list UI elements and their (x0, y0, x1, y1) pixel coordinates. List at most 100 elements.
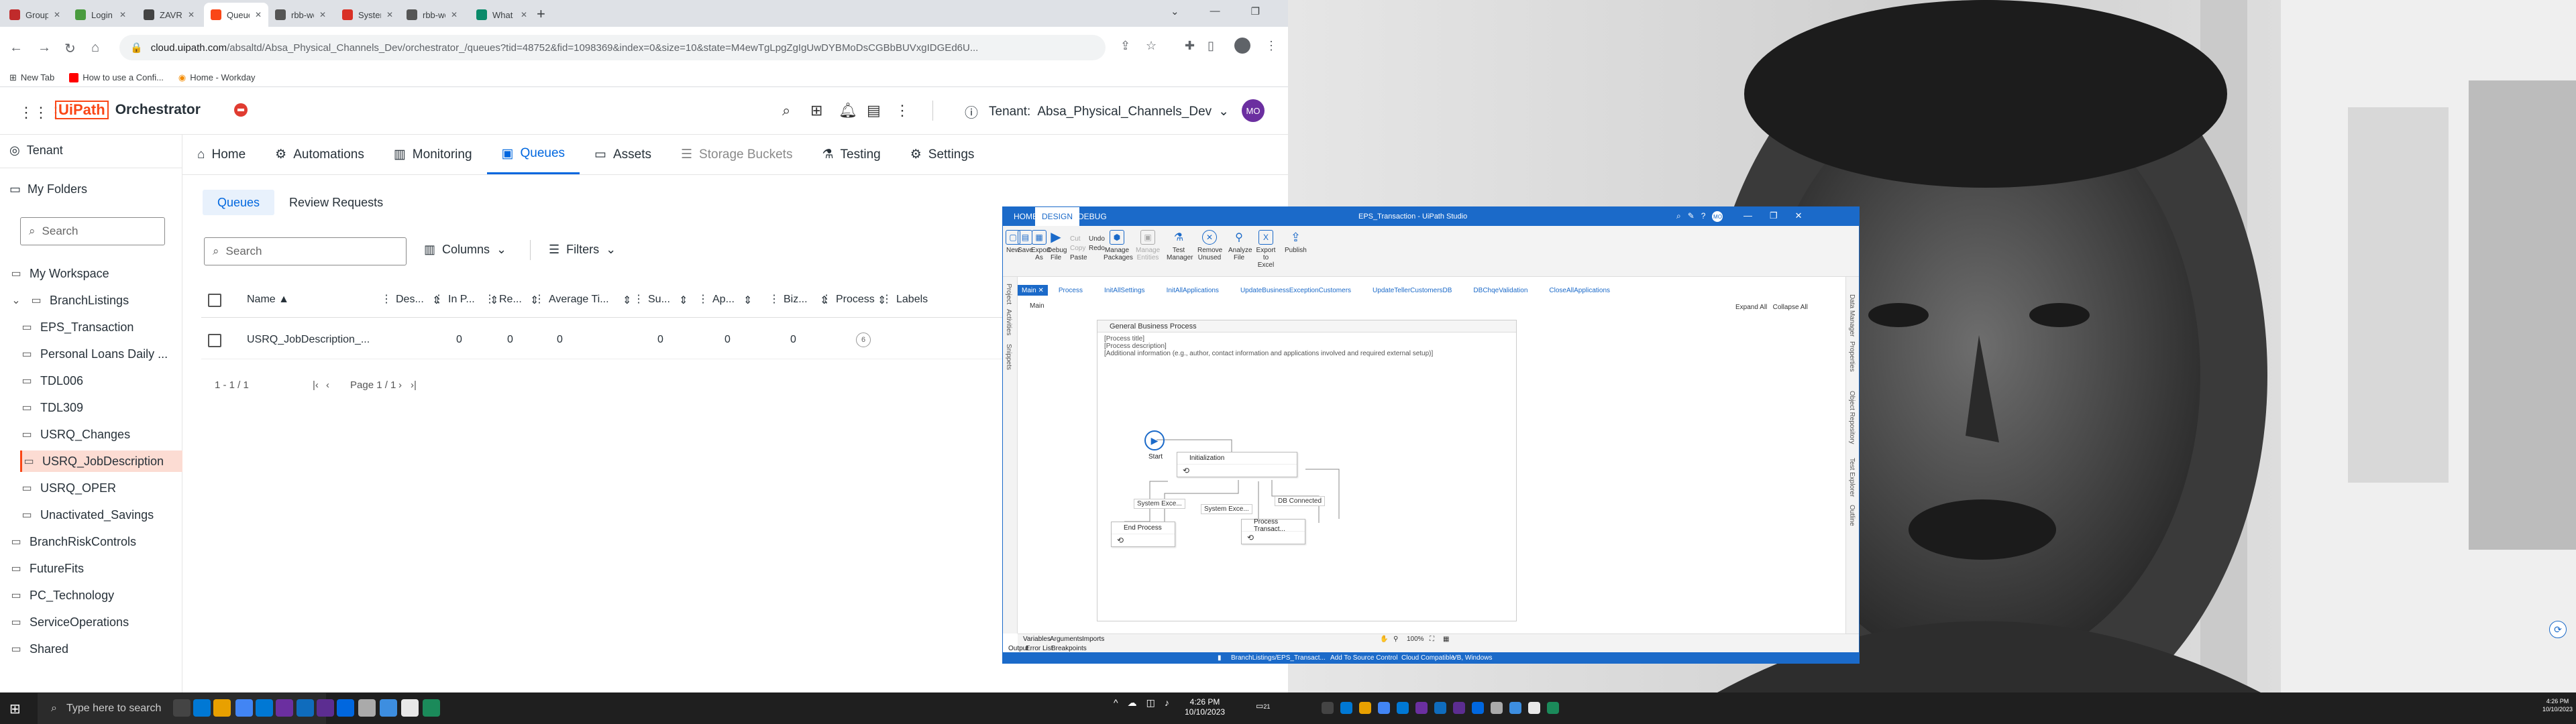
minimize-button[interactable]: — (1210, 5, 1220, 17)
browser-tab[interactable]: What are the adv ✕ (470, 3, 534, 27)
project-path[interactable]: BranchListings/EPS_Transact... (1231, 654, 1326, 662)
export-as-button[interactable]: ▦ Export As (1031, 230, 1051, 261)
column-header[interactable]: Des... (396, 294, 424, 306)
last-page-icon[interactable]: ›| (411, 379, 417, 391)
nav-queues[interactable]: ▣ Queues (486, 135, 580, 174)
close-tab-icon[interactable]: ✕ (54, 10, 60, 19)
manage-entities-button[interactable]: ▣ Manage Entities (1136, 230, 1160, 261)
close-tab-icon[interactable]: ✕ (319, 10, 326, 19)
overview-icon[interactable]: ▦ (1443, 636, 1449, 643)
next-page-icon[interactable]: › (398, 379, 402, 391)
target-framework[interactable]: VB, Windows (1452, 654, 1492, 662)
clock-secondary[interactable]: 4:26 PM 10/10/2023 (2542, 697, 2573, 713)
folder-item[interactable]: ▭ USRQ_OPER (20, 477, 182, 499)
activities-panel-tab[interactable]: Activities (1005, 309, 1012, 335)
row-checkbox[interactable] (208, 334, 221, 347)
url-field[interactable]: 🔒 cloud.uipath.com /absaltd/Absa_Physica… (119, 35, 1106, 60)
maximize-button[interactable]: ❐ (1251, 5, 1260, 17)
select-all-checkbox[interactable] (208, 294, 221, 307)
prev-page-icon[interactable]: ‹ (326, 379, 329, 391)
columns-button[interactable]: ▥ Columns ⌄ (424, 243, 506, 257)
avatar[interactable]: MO (1712, 211, 1723, 222)
browser-tab[interactable]: Login ✕ (68, 3, 133, 27)
uipath-logo[interactable]: UiPath Orchestrator (55, 101, 248, 119)
profile-icon[interactable] (1234, 38, 1250, 54)
folder-item[interactable]: ▭ Personal Loans Daily ... (20, 343, 182, 365)
column-drag-handle[interactable]: ⋮ (633, 292, 644, 306)
nav-settings[interactable]: ⚙ Settings (896, 135, 989, 174)
zoom-icon[interactable]: ⚲ (1393, 636, 1398, 643)
tenant-selector[interactable]: ⓘ Tenant: Absa_Physical_Channels_Dev ⌄ (965, 102, 1229, 121)
test-explorer-tab[interactable]: Test Explorer (1848, 458, 1856, 497)
variables-tab[interactable]: Variables (1023, 636, 1051, 643)
taskbar-app-icon[interactable] (423, 699, 440, 717)
object-repository-tab[interactable]: Object Repository (1848, 391, 1856, 444)
taskbar-app-icon[interactable] (1415, 702, 1428, 714)
more-icon[interactable]: ⋮ (895, 102, 910, 119)
menu-icon[interactable]: ⋮ (1265, 39, 1277, 53)
close-tab-icon[interactable]: ✕ (451, 10, 458, 19)
folder-item[interactable]: ▭ FutureFits (0, 558, 182, 579)
new-tab-button[interactable]: + (537, 5, 545, 23)
taskbar-app-icon[interactable] (235, 699, 253, 717)
taskbar-app-icon[interactable] (358, 699, 376, 717)
imports-tab[interactable]: Imports (1082, 636, 1104, 643)
browser-tab[interactable]: ZAVRN8W10R58 ✕ (137, 3, 201, 27)
reload-button[interactable]: ↻ (64, 40, 76, 57)
export-excel-button[interactable]: X Export to Excel (1255, 230, 1277, 269)
taskbar-app-icon[interactable] (297, 699, 314, 717)
redo-button[interactable]: Redo (1089, 245, 1105, 252)
snippets-panel-tab[interactable]: Snippets (1005, 344, 1012, 370)
sort-icon[interactable]: ⇕ (679, 294, 688, 307)
chevron-up-icon[interactable]: ^ (1114, 697, 1118, 709)
taskbar-app-icon[interactable] (317, 699, 334, 717)
column-header[interactable]: Biz... (784, 294, 808, 306)
assistant-icon[interactable]: ⟳ (2549, 621, 2567, 638)
taskbar-app-icon[interactable] (1322, 702, 1334, 714)
workflow-tab[interactable]: DBChqeValidation (1462, 285, 1538, 296)
workflow-tab[interactable]: UpdateBusinessExceptionCustomers (1230, 285, 1362, 296)
browser-tab[interactable]: rbb-work-integr ✕ (400, 3, 464, 27)
test-manager-button[interactable]: ⚗ Test Manager (1167, 230, 1193, 261)
folder-item[interactable]: ▭ PC_Technology (0, 585, 182, 606)
queue-search-input[interactable]: ⌕ Search (204, 237, 407, 265)
taskbar-app-icon[interactable] (337, 699, 354, 717)
initialization-node[interactable]: Initialization ⟲ (1177, 452, 1297, 477)
start-node[interactable]: ▶ (1144, 430, 1165, 450)
column-drag-handle[interactable]: ⋮ (698, 292, 708, 306)
search-icon[interactable]: ⌕ (782, 102, 790, 119)
column-header[interactable]: In P... (448, 294, 475, 306)
data-manager-tab[interactable]: Data Manager (1848, 294, 1856, 337)
taskbar-app-icon[interactable] (1340, 702, 1352, 714)
taskbar-app-icon[interactable] (380, 699, 397, 717)
publish-button[interactable]: ⇪ Publish (1285, 230, 1307, 255)
avatar[interactable]: MO (1242, 99, 1265, 122)
workflow-tab[interactable]: InitAllApplications (1156, 285, 1230, 296)
folder-item[interactable]: ▭ USRQ_JobDescription (20, 450, 182, 472)
source-control[interactable]: Add To Source Control (1330, 654, 1397, 662)
column-header[interactable]: Process (836, 294, 875, 306)
chevron-down-icon[interactable]: ⌄ (1171, 5, 1179, 17)
close-tab-icon[interactable]: ✕ (521, 10, 527, 19)
fit-icon[interactable]: ⛶ (1430, 636, 1434, 643)
folder-item[interactable]: ▭ Shared (0, 638, 182, 660)
error-list-tab[interactable]: Error List (1026, 645, 1053, 652)
column-drag-handle[interactable]: ⋮ (484, 292, 495, 306)
taskbar-app-icon[interactable] (1378, 702, 1390, 714)
nav-monitoring[interactable]: ▥ Monitoring (379, 135, 487, 174)
breadcrumb[interactable]: Main (1030, 302, 1044, 310)
folder-item[interactable]: ▭ My Workspace (0, 263, 182, 284)
taskbar-app-icon[interactable] (173, 699, 191, 717)
pan-icon[interactable]: ✋ (1380, 636, 1388, 643)
document-icon[interactable]: ▤ (867, 102, 881, 119)
forward-button[interactable]: → (38, 40, 51, 56)
column-drag-handle[interactable]: ⋮ (821, 292, 832, 306)
notification-center[interactable]: ▭21 (1256, 701, 1270, 711)
share-icon[interactable]: ⇪ (1120, 39, 1130, 53)
folder-item[interactable]: ▭ TDL006 (20, 370, 182, 391)
nav-assets[interactable]: ▭ Assets (580, 135, 666, 174)
workflow-tab[interactable]: CloseAllApplications (1538, 285, 1621, 296)
windows-start-icon[interactable]: ⊞ (9, 701, 21, 717)
search-icon[interactable]: ⌕ (1676, 211, 1681, 222)
folder-item[interactable]: ⌄ ▭ BranchListings (0, 290, 182, 311)
